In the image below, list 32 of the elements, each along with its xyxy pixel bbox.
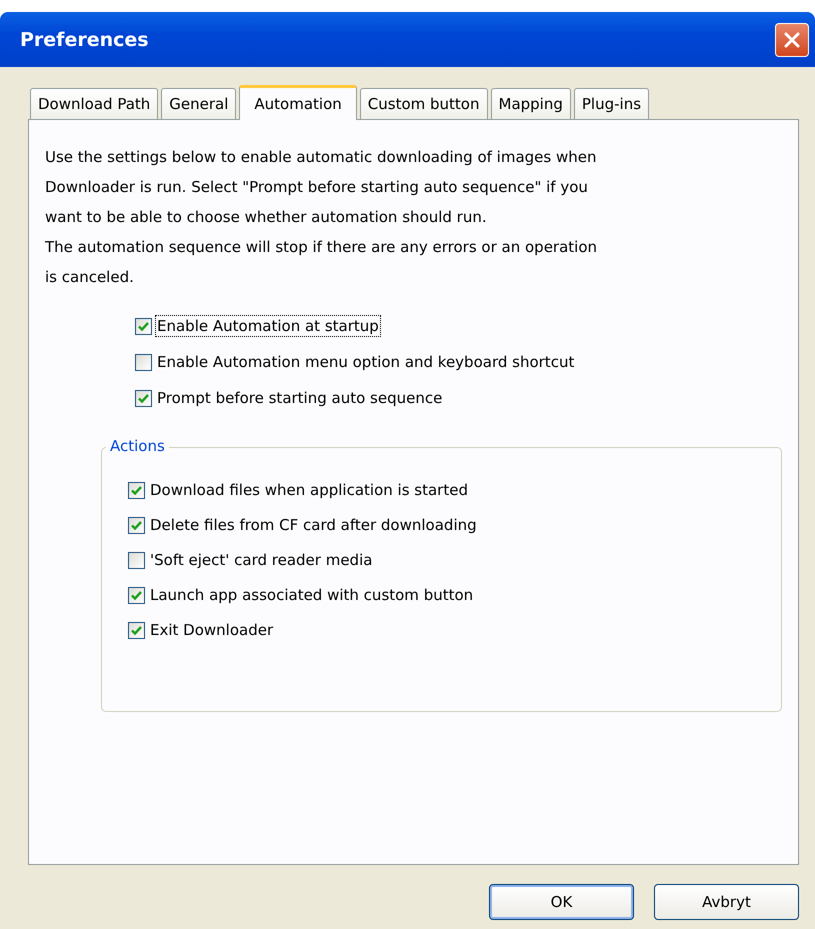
checkbox-label[interactable]: Enable Automation menu option and keyboard shortcut xyxy=(156,352,576,372)
checkbox[interactable] xyxy=(135,354,152,370)
checkbox-label[interactable]: Exit Downloader xyxy=(149,620,274,640)
checkbox-label[interactable]: Delete files from CF card after downloading xyxy=(149,515,478,535)
checkbox-label[interactable]: Launch app associated with custom button xyxy=(149,585,474,605)
checkbox-label[interactable]: Enable Automation at startup xyxy=(156,316,380,336)
checkbox[interactable] xyxy=(128,622,145,638)
tab[interactable]: Automation xyxy=(239,85,357,120)
description-text: Downloader is run. Select "Prompt before starting auto sequence" if you xyxy=(45,177,589,198)
close-button[interactable] xyxy=(775,22,809,56)
checkbox-label[interactable]: Download files when application is started xyxy=(149,480,469,500)
close-icon xyxy=(782,30,802,50)
tab[interactable]: Mapping xyxy=(490,88,571,119)
checkbox-label[interactable]: Prompt before starting auto sequence xyxy=(156,388,444,408)
description-text: The automation sequence will stop if there are any errors or an operation xyxy=(45,237,598,258)
checkbox[interactable] xyxy=(128,552,145,568)
window-title: Preferences xyxy=(20,28,149,50)
dialog-button[interactable]: Avbryt xyxy=(654,884,799,920)
checkbox-label[interactable]: 'Soft eject' card reader media xyxy=(149,550,374,570)
tab[interactable]: Custom button xyxy=(360,88,488,119)
checkbox[interactable] xyxy=(128,482,145,498)
description-text: Use the settings below to enable automatic downloading of images when xyxy=(45,147,598,168)
checkbox[interactable] xyxy=(128,586,145,604)
tab[interactable]: Download Path xyxy=(30,88,158,119)
tab[interactable]: Plug-ins xyxy=(574,88,650,119)
description-text: want to be able to choose whether automation should run. xyxy=(45,207,488,228)
checkbox[interactable] xyxy=(135,390,152,406)
description-text: is canceled. xyxy=(45,267,135,288)
tab[interactable]: General xyxy=(161,88,236,119)
checkbox[interactable] xyxy=(135,318,152,334)
checkbox[interactable] xyxy=(128,516,145,534)
dialog-button[interactable]: OK xyxy=(489,884,634,920)
